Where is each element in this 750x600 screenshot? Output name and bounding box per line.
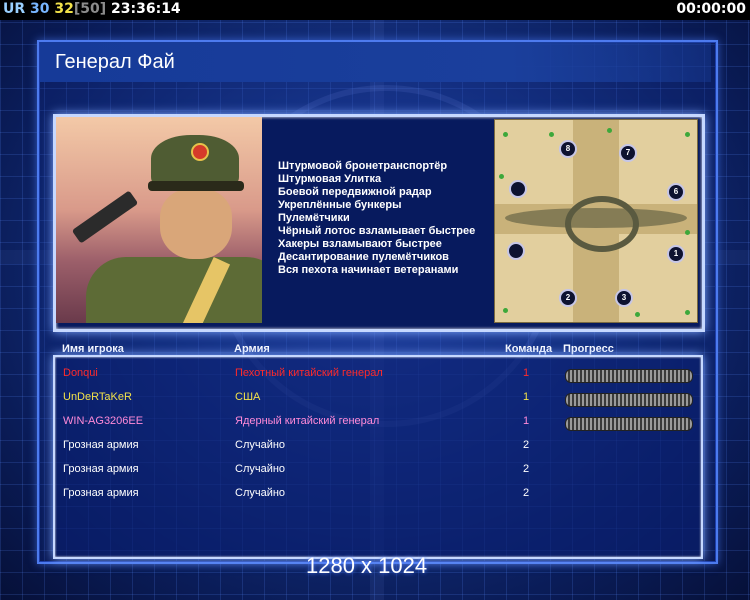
general-portrait: [56, 117, 262, 323]
player-row: Грозная армия Случайно 2: [55, 481, 701, 505]
map-center-ring: [565, 196, 639, 252]
map-tree: [503, 308, 508, 313]
portrait-body: [86, 257, 262, 323]
game-timer: 00:00:00: [676, 1, 746, 17]
portrait-visor: [148, 181, 244, 191]
loading-progress-bar: [565, 369, 693, 383]
player-team: 2: [523, 439, 530, 451]
player-row: WIN-AG3206EE Ядерный китайский генерал 1: [55, 409, 701, 433]
player-name: UnDeRTaKeR: [63, 391, 132, 403]
player-team: 1: [523, 415, 530, 427]
portrait-revolver: [71, 190, 139, 244]
bonus-item: Вся пехота начинает ветеранами: [278, 264, 459, 276]
stat-32: 32: [54, 1, 74, 17]
player-row: Грозная армия Случайно 2: [55, 433, 701, 457]
spawn-marker: 2: [559, 289, 577, 307]
clock: 23:36:14: [111, 1, 181, 17]
status-left: UR 30 32[50] 23:36:14: [3, 1, 181, 17]
player-army: США: [235, 391, 261, 403]
player-team: 2: [523, 463, 530, 475]
portrait-cap-badge: [191, 143, 209, 161]
player-team: 1: [523, 367, 530, 379]
map-tree: [635, 312, 640, 317]
player-name: Грозная армия: [63, 463, 139, 475]
general-bonuses: Штурмовой бронетранспортёр Штурмовая Ули…: [278, 160, 488, 277]
bonus-item: Укреплённые бункеры: [278, 199, 402, 211]
col-header-progress: Прогресс: [563, 343, 614, 355]
map-tree: [549, 132, 554, 137]
player-name: Грозная армия: [63, 439, 139, 451]
player-army: Ядерный китайский генерал: [235, 415, 380, 427]
player-row: Грозная армия Случайно 2: [55, 457, 701, 481]
map-tree: [499, 174, 504, 179]
bonus-item: Штурмовой бронетранспортёр: [278, 160, 448, 172]
player-name: Donqui: [63, 367, 98, 379]
player-team: 2: [523, 487, 530, 499]
map-tree: [685, 230, 690, 235]
bonus-item: Штурмовая Улитка: [278, 173, 382, 185]
loading-progress-bar: [565, 393, 693, 407]
bonus-item: Боевой передвижной радар: [278, 186, 432, 198]
player-name: Грозная армия: [63, 487, 139, 499]
player-name: WIN-AG3206EE: [63, 415, 144, 427]
stat-50: [50]: [73, 1, 107, 17]
player-army: Случайно: [235, 487, 286, 499]
player-army: Пехотный китайский генерал: [235, 367, 383, 379]
player-row: UnDeRTaKeR США 1: [55, 385, 701, 409]
col-header-team: Команда: [505, 343, 553, 355]
bonus-item: Хакеры взламывают быстрее: [278, 238, 442, 250]
portrait-face: [160, 189, 232, 259]
map-tree: [685, 132, 690, 137]
spawn-marker: 8: [559, 140, 577, 158]
spawn-marker: 6: [667, 183, 685, 201]
map-preview: 8 7 6 1 2 3: [494, 119, 698, 323]
player-team: 1: [523, 391, 530, 403]
player-army: Случайно: [235, 439, 286, 451]
spawn-marker-empty: [509, 180, 527, 198]
player-list: Donqui Пехотный китайский генерал 1 UnDe…: [53, 355, 703, 559]
player-army: Случайно: [235, 463, 286, 475]
col-header-name: Имя игрока: [62, 343, 124, 355]
resolution-label: 1280 x 1024: [306, 553, 428, 578]
stat-30: 30: [30, 1, 50, 17]
spawn-marker: 7: [619, 144, 637, 162]
map-tree: [685, 310, 690, 315]
spawn-marker: 1: [667, 245, 685, 263]
bonus-item: Десантирование пулемётчиков: [278, 251, 449, 263]
status-bar: UR 30 32[50] 23:36:14 00:00:00: [0, 0, 750, 20]
spawn-marker: 3: [615, 289, 633, 307]
ur-label: UR: [3, 1, 26, 17]
bonus-item: Чёрный лотос взламывает быстрее: [278, 225, 476, 237]
spawn-marker-empty: [507, 242, 525, 260]
col-header-army: Армия: [234, 343, 270, 355]
loading-progress-bar: [565, 417, 693, 431]
bonus-item: Пулемётчики: [278, 212, 350, 224]
map-tree: [503, 132, 508, 137]
player-row: Donqui Пехотный китайский генерал 1: [55, 361, 701, 385]
portrait-cap: [151, 135, 239, 187]
map-tree: [607, 128, 612, 133]
general-title: Генерал Фай: [55, 51, 175, 73]
